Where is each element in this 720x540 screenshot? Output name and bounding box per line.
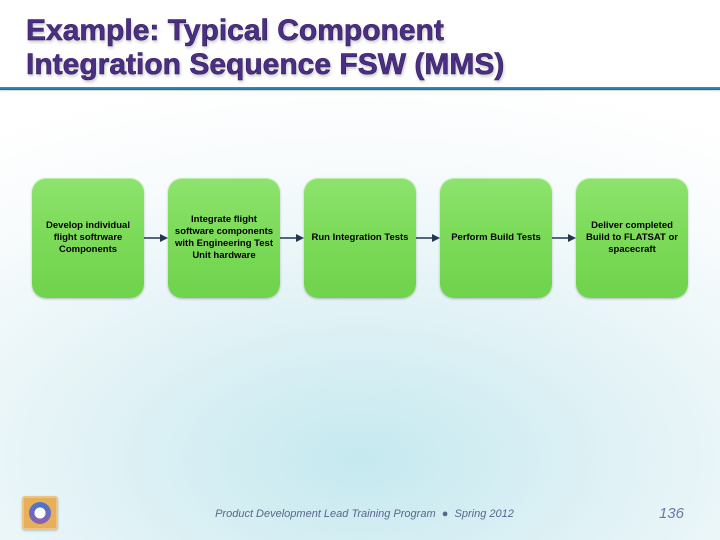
flow-step-1: Develop individual flight softrware Comp…	[32, 178, 144, 298]
flow-step-label: Run Integration Tests	[306, 232, 415, 244]
title-line-2: Integration Sequence FSW (MMS)	[26, 48, 504, 81]
footer-text: Product Development Lead Training Progra…	[70, 508, 659, 520]
title-line-1: Example: Typical Component	[26, 14, 444, 47]
flow-diagram: Develop individual flight softrware Comp…	[0, 90, 720, 298]
arrow-icon	[416, 232, 440, 244]
flow-step-2: Integrate flight software components wit…	[168, 178, 280, 298]
flow-step-5: Deliver completed Build to FLATSAT or sp…	[576, 178, 688, 298]
flow-step-label: Develop individual flight softrware Comp…	[32, 220, 144, 256]
flow-step-3: Run Integration Tests	[304, 178, 416, 298]
flow-step-label: Perform Build Tests	[445, 232, 547, 244]
flow-step-4: Perform Build Tests	[440, 178, 552, 298]
page-number: 136	[659, 505, 684, 522]
flow-step-label: Deliver completed Build to FLATSAT or sp…	[576, 220, 688, 256]
arrow-icon	[280, 232, 304, 244]
footer-bullet: ●	[442, 508, 449, 520]
footer-term: Spring 2012	[455, 508, 514, 520]
flow-step-label: Integrate flight software components wit…	[168, 214, 280, 262]
arrow-icon	[144, 232, 168, 244]
arrow-icon	[552, 232, 576, 244]
slide-footer: Product Development Lead Training Progra…	[0, 505, 720, 522]
slide-title: Example: Typical Component Integration S…	[0, 0, 720, 87]
footer-program: Product Development Lead Training Progra…	[215, 508, 436, 520]
